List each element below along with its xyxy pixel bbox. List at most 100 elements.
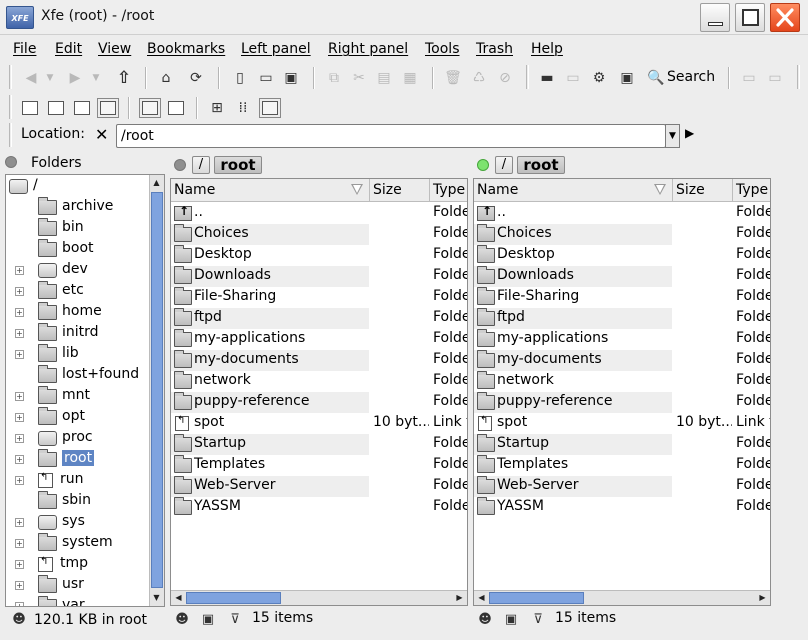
file-row[interactable]: my-documents Folder [474,350,770,371]
new-folder-icon[interactable]: ▭ [255,67,277,89]
new-file-icon[interactable]: ▯ [229,67,251,89]
tree-scroll-thumb[interactable] [151,192,163,588]
scroll-left-icon[interactable]: ◀ [172,591,185,605]
menu-left-panel[interactable]: Left panel [241,41,311,57]
size-column-header[interactable]: Size [370,179,430,202]
scroll-up-icon[interactable]: ▲ [150,176,163,190]
scroll-right-icon[interactable]: ▶ [453,591,466,605]
file-row[interactable]: Choices Folde [171,224,467,245]
tree-item-initrd[interactable]: + initrd [15,323,160,344]
tree-item-etc[interactable]: + etc [15,281,160,302]
tree-item-root[interactable]: / [6,176,148,197]
expand-icon[interactable]: + [15,287,24,296]
search-icon[interactable]: 🔍 [645,67,667,89]
file-row[interactable]: .. Folde [171,203,467,224]
file-row[interactable]: YASSM Folde [171,497,467,518]
disk-icon[interactable]: ▭ [562,67,584,89]
file-row[interactable]: Desktop Folde [171,245,467,266]
menu-tools[interactable]: Tools [425,41,460,57]
file-row[interactable]: File-Sharing Folder [474,287,770,308]
tree-item-boot[interactable]: boot [18,239,160,260]
title-bar[interactable]: XFE Xfe (root) - /root [0,0,808,35]
detailed-list-icon[interactable] [259,97,281,119]
file-row[interactable]: Startup Folder [474,434,770,455]
expand-icon[interactable]: + [15,434,24,443]
go-icon[interactable]: ▶ [685,126,694,140]
parent-directory-icon[interactable]: ⇧ [113,67,135,89]
copy-icon[interactable]: ⧉ [323,67,345,89]
path-root-button[interactable]: / [192,156,210,174]
name-column-header[interactable]: Name [474,179,673,202]
big-icons-icon[interactable]: ⊞ [206,97,228,119]
tree-item-usr[interactable]: + usr [15,575,160,596]
mount-icon[interactable]: ▭ [738,67,760,89]
refresh-icon[interactable]: ⟳ [185,67,207,89]
small-icons-icon[interactable]: ⁞⁞ [232,97,254,119]
paste-icon[interactable]: ▤ [373,67,395,89]
menu-right-panel[interactable]: Right panel [328,41,408,57]
one-panel-icon[interactable] [45,97,67,119]
tree-item-bin[interactable]: bin [18,218,160,239]
file-row[interactable]: File-Sharing Folde [171,287,467,308]
tree-item-tmp[interactable]: + tmp [15,554,160,575]
menu-trash[interactable]: Trash [476,41,513,57]
maximize-button[interactable] [735,3,765,32]
horizontal-scrollbar[interactable]: ◀ ▶ [171,590,467,605]
forward-icon[interactable]: ▶ [64,67,86,89]
expand-icon[interactable]: + [15,455,24,464]
path-current-button[interactable]: root [517,156,565,174]
trash-icon[interactable]: 🗑 [442,67,464,89]
file-row[interactable]: puppy-reference Folder [474,392,770,413]
file-list[interactable]: NameSizeType..FolderChoicesFolderDesktop… [473,178,771,606]
file-row[interactable]: ftpd Folder [474,308,770,329]
horizontal-scroll-thumb[interactable] [186,592,281,604]
file-row[interactable]: .. Folder [474,203,770,224]
forward-history-icon[interactable]: ▼ [89,67,103,89]
file-row[interactable]: Templates Folder [474,455,770,476]
menu-view[interactable]: View [98,41,131,57]
restore-trash-icon[interactable]: ♺ [468,67,490,89]
name-column-header[interactable]: Name [171,179,370,202]
file-row[interactable]: Desktop Folder [474,245,770,266]
file-row[interactable]: ftpd Folde [171,308,467,329]
expand-icon[interactable]: + [15,560,24,569]
file-row[interactable]: my-applications Folder [474,329,770,350]
tree-item-root[interactable]: + root [15,449,160,470]
expand-icon[interactable]: + [15,581,24,590]
scroll-right-icon[interactable]: ▶ [756,591,769,605]
menu-file[interactable]: File [13,41,36,57]
file-row[interactable]: spot 10 byt...Link t [171,413,467,434]
location-dropdown-icon[interactable]: ▼ [665,124,680,148]
file-row[interactable]: puppy-reference Folde [171,392,467,413]
unmount-icon[interactable]: ▭ [764,67,786,89]
tree-item-mnt[interactable]: + mnt [15,386,160,407]
settings-icon[interactable]: ⚙ [588,67,610,89]
file-row[interactable]: Startup Folde [171,434,467,455]
file-row[interactable]: YASSM Folder [474,497,770,518]
cut-icon[interactable]: ✂ [348,67,370,89]
back-history-icon[interactable]: ▼ [43,67,57,89]
file-row[interactable]: Choices Folder [474,224,770,245]
tree-panel-icon[interactable] [19,97,41,119]
tree-and-panel-icon[interactable] [71,97,93,119]
tree-item-proc[interactable]: + proc [15,428,160,449]
filter-icon[interactable]: ⊽ [227,612,243,628]
menu-help[interactable]: Help [531,41,563,57]
delete-icon[interactable]: ⊘ [494,67,516,89]
size-column-header[interactable]: Size [673,179,733,202]
folder-tree[interactable]: / archive bin boot + dev + etc + home + initrd + lib l… [5,174,165,607]
expand-icon[interactable]: + [15,266,24,275]
vertical-split-icon[interactable] [139,97,161,119]
expand-icon[interactable]: + [15,476,24,485]
tree-item-lib[interactable]: + lib [15,344,160,365]
path-current-button[interactable]: root [214,156,262,174]
thumbnails-icon[interactable]: ▣ [200,612,216,628]
tree-item-opt[interactable]: + opt [15,407,160,428]
thumbnails-icon[interactable]: ▣ [503,612,519,628]
type-column-header[interactable]: Type [733,179,770,202]
home-icon[interactable]: ⌂ [155,67,177,89]
file-row[interactable]: Web-Server Folde [171,476,467,497]
tree-item-lost-found[interactable]: lost+found [18,365,160,386]
type-column-header[interactable]: Type [430,179,467,202]
horizontal-split-icon[interactable] [165,97,187,119]
